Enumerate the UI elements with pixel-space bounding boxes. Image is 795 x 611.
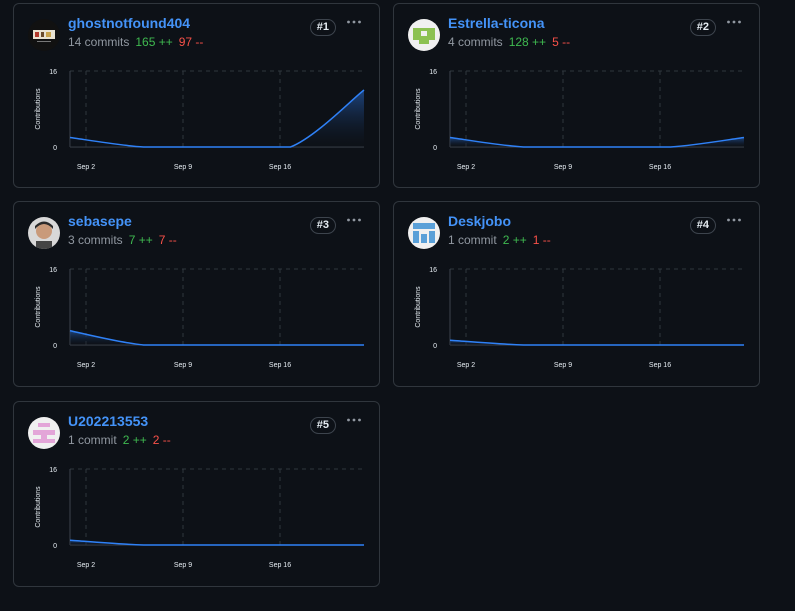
kebab-menu-icon[interactable] [346,212,362,228]
contributors-grid: 16 0 Contributions Sep 2 Sep 9 Sep 16 ghostno… [0,0,795,611]
rank-badge: #4 [689,217,716,234]
y-tick-label: 0 [53,145,57,152]
contributor-name-link[interactable]: Estrella-ticona [448,15,544,31]
y-tick-label: 16 [49,69,57,76]
x-tick-label: Sep 2 [77,164,95,171]
contributor-stats: 1 commit 2 ++ 2 -- [68,433,171,447]
commits-count[interactable]: 14 commits [68,35,129,49]
additions-count: 128 ++ [508,35,547,49]
contributor-card: 16 0 Contributions Sep 2 Sep 9 Sep 16 sebasep… [13,201,380,387]
x-tick-label: Sep 2 [457,164,475,171]
contributor-name-link[interactable]: ghostnotfound404 [68,15,190,31]
avatar-identicon-pink-icon [28,417,60,449]
avatar-photo-icon [28,217,60,249]
x-tick-label: Sep 9 [174,362,192,369]
x-tick-label: Sep 16 [269,164,291,171]
avatar-identicon-green-icon [408,19,440,51]
series-area [70,90,364,147]
y-tick-label: 16 [49,467,57,474]
y-tick-label: 16 [429,267,437,274]
kebab-menu-icon[interactable] [726,14,742,30]
contributor-name-link[interactable]: sebasepe [68,213,132,229]
y-tick-label: 0 [433,145,437,152]
deletions-count: 97 -- [178,35,204,49]
contributor-card: 16 0 Contributions Sep 2 Sep 9 Sep 16 Estrell… [393,3,760,188]
rank-badge: #5 [309,417,336,434]
kebab-menu-icon[interactable] [726,212,742,228]
additions-count: 2 ++ [122,433,147,447]
x-tick-label: Sep 9 [174,562,192,569]
additions-count: 165 ++ [135,35,173,49]
series-area [450,137,744,147]
avatar[interactable] [408,19,440,51]
x-tick-label: Sep 9 [554,362,572,369]
additions-count: 2 ++ [502,233,527,247]
contributor-name-link[interactable]: U202213553 [68,413,148,429]
additions-count: 7 ++ [128,233,153,247]
avatar-identicon-blue-icon [408,217,440,249]
rank-badge: #3 [309,217,336,234]
x-tick-label: Sep 2 [77,562,95,569]
x-tick-label: Sep 16 [269,562,291,569]
contributor-card: 16 0 Contributions Sep 2 Sep 9 Sep 16 U202213… [13,401,380,587]
contributor-stats: 4 commits 128 ++ 5 -- [448,35,570,49]
deletions-count: 2 -- [152,433,171,447]
y-axis-label: Contributions [35,486,42,528]
y-tick-label: 0 [433,343,437,350]
y-axis-label: Contributions [35,88,42,130]
x-tick-label: Sep 2 [457,362,475,369]
contributor-card: 16 0 Contributions Sep 2 Sep 9 Sep 16 Deskjob… [393,201,760,387]
contributor-stats: 1 commit 2 ++ 1 -- [448,233,551,247]
y-axis-label: Contributions [35,286,42,328]
x-tick-label: Sep 16 [649,362,671,369]
rank-badge: #2 [689,19,716,36]
contributor-stats: 3 commits 7 ++ 7 -- [68,233,177,247]
commits-count[interactable]: 1 commit [448,233,497,247]
avatar[interactable] [28,19,60,51]
series-area [70,330,364,345]
y-tick-label: 0 [53,343,57,350]
contributor-name-link[interactable]: Deskjobo [448,213,511,229]
deletions-count: 7 -- [158,233,177,247]
y-tick-label: 16 [429,69,437,76]
y-axis-label: Contributions [415,88,422,130]
avatar-photo-icon [28,19,60,51]
commits-count[interactable]: 4 commits [448,35,503,49]
commits-count[interactable]: 1 commit [68,433,117,447]
x-tick-label: Sep 9 [174,164,192,171]
avatar[interactable] [408,217,440,249]
contributor-stats: 14 commits 165 ++ 97 -- [68,35,203,49]
kebab-menu-icon[interactable] [346,412,362,428]
commits-count[interactable]: 3 commits [68,233,123,247]
deletions-count: 5 -- [552,35,571,49]
y-tick-label: 0 [53,543,57,550]
deletions-count: 1 -- [532,233,551,247]
y-axis-label: Contributions [415,286,422,328]
avatar[interactable] [28,217,60,249]
contributor-card: 16 0 Contributions Sep 2 Sep 9 Sep 16 ghostno… [13,3,380,188]
y-tick-label: 16 [49,267,57,274]
x-tick-label: Sep 16 [269,362,291,369]
x-tick-label: Sep 2 [77,362,95,369]
avatar[interactable] [28,417,60,449]
rank-badge: #1 [309,19,336,36]
x-tick-label: Sep 16 [649,164,671,171]
kebab-menu-icon[interactable] [346,14,362,30]
x-tick-label: Sep 9 [554,164,572,171]
